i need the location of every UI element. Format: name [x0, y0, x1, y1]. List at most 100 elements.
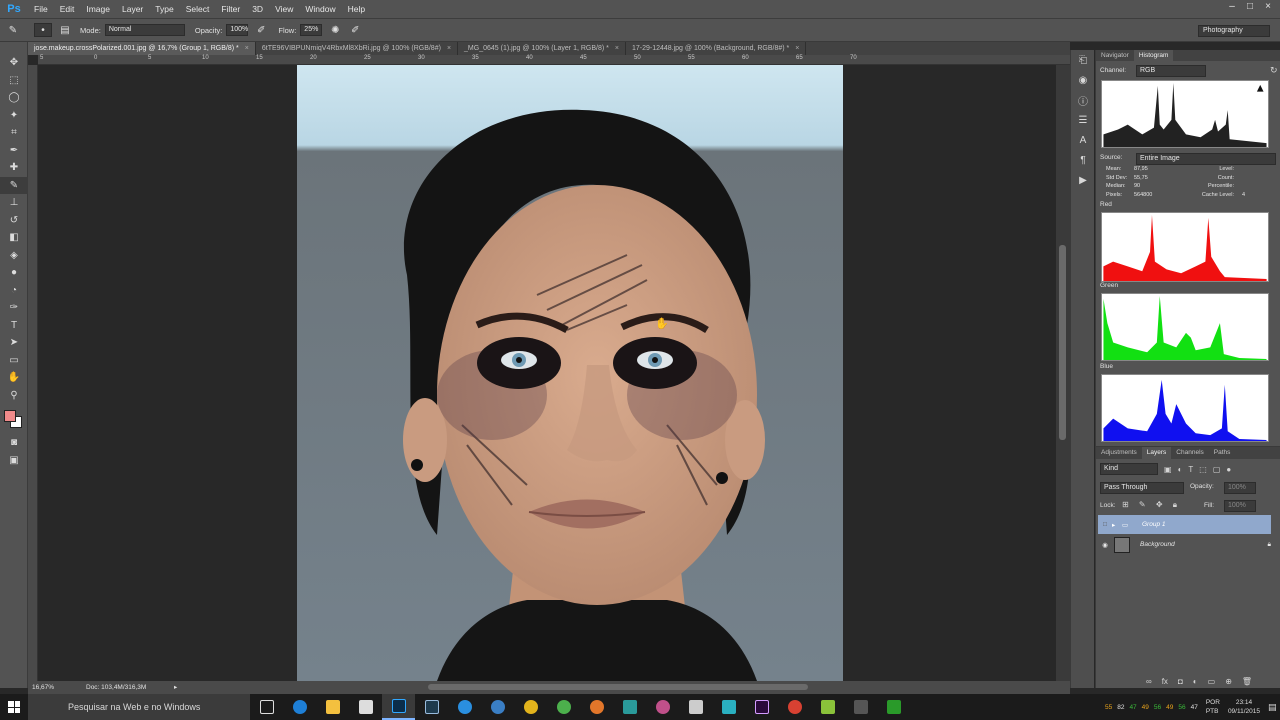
status-menu-arrow-icon[interactable]: ▸: [174, 681, 177, 694]
tray-indicator[interactable]: 47: [1191, 704, 1198, 711]
link-layers-icon[interactable]: ∞: [1146, 677, 1152, 686]
photoshop-taskbar-icon[interactable]: [382, 694, 415, 720]
lightroom-icon[interactable]: [415, 694, 448, 720]
layer-opacity-input[interactable]: 100%: [1224, 482, 1256, 494]
minimize-button[interactable]: –: [1224, 0, 1240, 14]
quick-mask-icon[interactable]: ◙: [0, 434, 28, 452]
path-selection-tool-icon[interactable]: ➤: [0, 334, 28, 352]
filter-type-icon[interactable]: T: [1188, 465, 1193, 474]
premiere-icon[interactable]: [745, 694, 778, 720]
filter-toggle-icon[interactable]: ●: [1226, 465, 1231, 474]
tab-navigator[interactable]: Navigator: [1096, 50, 1134, 61]
document-tab[interactable]: 17-29-12448.jpg @ 100% (Background, RGB/…: [626, 42, 807, 55]
tray-indicator[interactable]: 82: [1117, 704, 1124, 711]
zoom-tool-icon[interactable]: ⚲: [0, 387, 28, 405]
tray-indicator[interactable]: 55: [1105, 704, 1112, 711]
filter-kind-select[interactable]: Kind: [1100, 463, 1158, 475]
task-view-icon[interactable]: [250, 694, 283, 720]
menu-image[interactable]: Image: [80, 0, 116, 18]
filter-shape-icon[interactable]: ⬚: [1199, 465, 1207, 474]
app-orange-icon[interactable]: [580, 694, 613, 720]
tab-histogram[interactable]: Histogram: [1133, 50, 1174, 61]
app-globe-icon[interactable]: [481, 694, 514, 720]
eyedropper-tool-icon[interactable]: ✒: [0, 142, 28, 160]
menu-help[interactable]: Help: [342, 0, 371, 18]
zoom-level[interactable]: 16,67%: [32, 681, 54, 694]
vertical-scrollbar[interactable]: [1056, 65, 1070, 681]
screen-mode-icon[interactable]: ▣: [0, 452, 28, 470]
properties-icon[interactable]: ☰: [1071, 110, 1095, 130]
app-teal-icon[interactable]: [613, 694, 646, 720]
windows-start-icon[interactable]: [8, 701, 20, 713]
new-group-icon[interactable]: ▭: [1208, 677, 1216, 686]
edge-icon[interactable]: [283, 694, 316, 720]
photos-icon[interactable]: [844, 694, 877, 720]
type-tool-icon[interactable]: T: [0, 317, 28, 335]
layer-row-group[interactable]: □ ▸ ▭ Group 1: [1098, 515, 1271, 534]
flow-input[interactable]: 25%: [300, 24, 323, 36]
tray-indicator[interactable]: 49: [1166, 704, 1173, 711]
new-adjustment-icon[interactable]: ◐: [1193, 677, 1198, 686]
tab-close-icon[interactable]: ×: [447, 45, 451, 52]
foreground-color-swatch[interactable]: [4, 410, 16, 422]
opacity-input[interactable]: 100%: [226, 24, 249, 36]
pressure-size-icon[interactable]: ✐: [348, 23, 362, 37]
filter-adjustment-icon[interactable]: ◐: [1178, 465, 1183, 474]
hand-tool-icon[interactable]: ✋: [0, 369, 28, 387]
pressure-opacity-icon[interactable]: ✐: [254, 23, 268, 37]
tab-channels[interactable]: Channels: [1171, 447, 1208, 459]
eye-icon[interactable]: ◉: [1098, 541, 1112, 549]
tab-close-icon[interactable]: ×: [245, 45, 249, 52]
maximize-button[interactable]: □: [1242, 0, 1258, 14]
document-image[interactable]: ✋: [297, 65, 843, 681]
brush-tool-icon[interactable]: ✎: [0, 176, 28, 194]
close-button[interactable]: ×: [1260, 0, 1276, 14]
menu-layer[interactable]: Layer: [116, 0, 149, 18]
refresh-icon[interactable]: ↻: [1270, 65, 1278, 76]
brush-tool-icon[interactable]: ✎: [6, 23, 20, 37]
tray-indicator[interactable]: 56: [1154, 704, 1161, 711]
dodge-tool-icon[interactable]: ◔: [0, 282, 28, 300]
tab-close-icon[interactable]: ×: [615, 45, 619, 52]
fill-input[interactable]: 100%: [1224, 500, 1256, 512]
menu-window[interactable]: Window: [299, 0, 341, 18]
menu-select[interactable]: Select: [180, 0, 216, 18]
store-icon[interactable]: [349, 694, 382, 720]
paint-bucket-tool-icon[interactable]: ◈: [0, 247, 28, 265]
menu-view[interactable]: View: [269, 0, 299, 18]
brush-panel-icon[interactable]: ▤: [58, 23, 72, 37]
file-explorer-icon[interactable]: [316, 694, 349, 720]
crop-tool-icon[interactable]: ⌗: [0, 124, 28, 142]
horizontal-scrollbar[interactable]: [428, 684, 808, 690]
tab-layers[interactable]: Layers: [1141, 447, 1172, 459]
magic-wand-tool-icon[interactable]: ✦: [0, 107, 28, 125]
document-tab[interactable]: jose.makeup.crossPolarized.001.jpg @ 16,…: [28, 42, 256, 55]
tray-indicator[interactable]: 49: [1142, 704, 1149, 711]
menu-type[interactable]: Type: [149, 0, 179, 18]
menu-3d[interactable]: 3D: [246, 0, 269, 18]
document-tab[interactable]: _MG_0645 (1).jpg @ 100% (Layer 1, RGB/8)…: [458, 42, 626, 55]
document-tab[interactable]: 6tTE96VIBPUNmiqV4RbxMl8XbRi.jpg @ 100% (…: [256, 42, 459, 55]
tab-paths[interactable]: Paths: [1209, 447, 1236, 459]
layer-row-background[interactable]: ◉ Background 🔒︎: [1098, 535, 1271, 554]
source-select[interactable]: Entire Image: [1136, 153, 1276, 165]
actions-icon[interactable]: ◉: [1071, 70, 1095, 90]
vertical-scroll-thumb[interactable]: [1059, 245, 1066, 440]
add-mask-icon[interactable]: ◘: [1178, 677, 1183, 686]
tab-close-icon[interactable]: ×: [795, 45, 799, 52]
marquee-tool-icon[interactable]: ⬚: [0, 72, 28, 90]
new-layer-icon[interactable]: ⊕: [1225, 677, 1232, 686]
app-yellow-icon[interactable]: [514, 694, 547, 720]
paragraph-icon[interactable]: ¶: [1071, 150, 1095, 170]
delete-layer-icon[interactable]: 🗑︎: [1242, 677, 1252, 686]
app-white-icon[interactable]: [679, 694, 712, 720]
play-icon[interactable]: ▶: [1071, 170, 1095, 190]
expand-arrow-icon[interactable]: ▸: [1112, 521, 1122, 529]
workspace-select[interactable]: Photography: [1198, 25, 1270, 37]
channel-select[interactable]: RGB: [1136, 65, 1206, 77]
healing-brush-tool-icon[interactable]: ✚: [0, 159, 28, 177]
airbrush-icon[interactable]: ✺: [328, 23, 342, 37]
language-indicator[interactable]: POR: [1206, 698, 1220, 707]
eraser-tool-icon[interactable]: ◧: [0, 229, 28, 247]
lock-icons[interactable]: ⊞ ✎ ✥ 🔒︎: [1122, 500, 1181, 510]
